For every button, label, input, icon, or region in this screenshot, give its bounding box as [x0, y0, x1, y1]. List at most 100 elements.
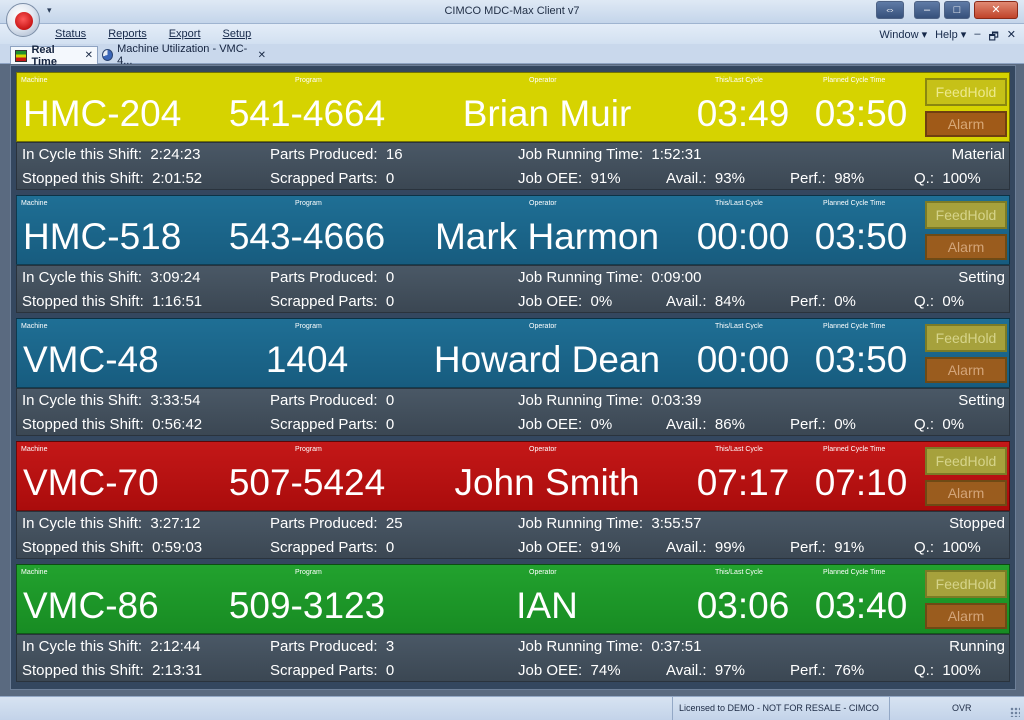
cycle-label: This/Last Cycle	[715, 446, 763, 453]
status-bar: Licensed to DEMO - NOT FOR RESALE - CIMC…	[0, 696, 1024, 720]
tab-real-time[interactable]: Real Time ✕	[10, 44, 98, 68]
perf-stat: Perf.: 98%	[790, 170, 864, 187]
planned-label: Planned Cycle Time	[823, 569, 886, 576]
machine-status: Setting	[958, 392, 1005, 409]
machine-name: HMC-518	[23, 216, 182, 257]
avail-label: Avail.:	[666, 662, 707, 679]
alarm-button[interactable]: Alarm	[925, 357, 1007, 383]
main-menu: Status Reports Export Setup	[55, 28, 251, 40]
feedhold-button[interactable]: FeedHold	[925, 570, 1007, 598]
operator-name: Howard Dean	[433, 339, 661, 380]
scrapped-label: Scrapped Parts:	[270, 662, 378, 679]
menu-help-label: Help	[935, 29, 958, 41]
menu-export[interactable]: Export	[169, 28, 201, 40]
maximize-button[interactable]: □	[944, 1, 970, 19]
alarm-button[interactable]: Alarm	[925, 111, 1007, 137]
feedhold-button[interactable]: FeedHold	[925, 324, 1007, 352]
menu-window-label: Window	[879, 29, 919, 41]
job-running-stat: Job Running Time: 0:09:00	[518, 269, 701, 286]
avail-value: 86%	[714, 416, 745, 433]
machine-card[interactable]: Machine Program Operator This/Last Cycle…	[16, 72, 1010, 190]
perf-value: 98%	[834, 170, 865, 187]
cycle-time: 03:49	[696, 93, 790, 134]
operator-label: Operator	[529, 569, 557, 576]
program-number: 507-5424	[228, 462, 386, 503]
tab-machine-utilization[interactable]: Machine Utilization - VMC-4... ✕	[98, 43, 270, 67]
planned-label: Planned Cycle Time	[823, 323, 886, 330]
machine-card-stats: In Cycle this Shift: 2:24:23 Parts Produ…	[16, 142, 1010, 190]
scrapped-label: Scrapped Parts:	[270, 539, 378, 556]
stopped-label: Stopped this Shift:	[22, 293, 144, 310]
program-label: Program	[295, 77, 322, 84]
planned-cycle-time: 03:50	[814, 339, 908, 380]
minimize-button[interactable]: –	[914, 1, 940, 19]
planned-cycle-time: 03:40	[814, 585, 908, 626]
overwrite-mode-indicator: OVR	[952, 703, 972, 713]
operator-label: Operator	[529, 200, 557, 207]
in-cycle-label: In Cycle this Shift:	[22, 515, 143, 532]
job-oee-label: Job OEE:	[518, 662, 583, 679]
alarm-button[interactable]: Alarm	[925, 480, 1007, 506]
window-title: CIMCO MDC-Max Client v7	[444, 5, 580, 17]
quality-label: Q.:	[914, 662, 935, 679]
quality-value: 100%	[942, 170, 981, 187]
scrapped-value: 0	[385, 662, 395, 679]
job-oee-stat: Job OEE: 74%	[518, 662, 621, 679]
cimco-logo-icon	[15, 12, 33, 30]
menu-reports[interactable]: Reports	[108, 28, 147, 40]
machine-card[interactable]: Machine Program Operator This/Last Cycle…	[16, 564, 1010, 682]
cycle-time: 03:06	[696, 585, 790, 626]
job-oee-stat: Job OEE: 0%	[518, 293, 612, 310]
quality-stat: Q.: 100%	[914, 539, 981, 556]
machine-card[interactable]: Machine Program Operator This/Last Cycle…	[16, 441, 1010, 559]
machine-card[interactable]: Machine Program Operator This/Last Cycle…	[16, 318, 1010, 436]
avail-label: Avail.:	[666, 539, 707, 556]
quality-value: 0%	[942, 293, 965, 310]
in-cycle-value: 2:24:23	[150, 146, 201, 163]
cycle-label: This/Last Cycle	[715, 77, 763, 84]
perf-stat: Perf.: 0%	[790, 416, 856, 433]
stopped-value: 0:59:03	[152, 539, 203, 556]
app-menu-button[interactable]	[6, 3, 40, 37]
parts-produced-stat: Parts Produced: 16	[270, 146, 403, 163]
quality-value: 100%	[942, 662, 981, 679]
quality-stat: Q.: 0%	[914, 416, 964, 433]
machine-card-header: Machine Program Operator This/Last Cycle…	[16, 318, 1010, 388]
operator-name: Brian Muir	[462, 93, 632, 134]
stopped-label: Stopped this Shift:	[22, 416, 144, 433]
avail-stat: Avail.: 97%	[666, 662, 745, 679]
feedhold-button[interactable]: FeedHold	[925, 447, 1007, 475]
avail-stat: Avail.: 86%	[666, 416, 745, 433]
close-button[interactable]: ✕	[974, 1, 1018, 19]
stopped-stat: Stopped this Shift: 2:13:31	[22, 662, 202, 679]
machine-label: Machine	[21, 77, 48, 84]
in-cycle-stat: In Cycle this Shift: 2:12:44	[22, 638, 200, 655]
tab-real-time-close-icon[interactable]: ✕	[85, 50, 93, 61]
stopped-value: 2:01:52	[152, 170, 203, 187]
feedhold-button[interactable]: FeedHold	[925, 78, 1007, 106]
operator-label: Operator	[529, 77, 557, 84]
machine-card[interactable]: Machine Program Operator This/Last Cycle…	[16, 195, 1010, 313]
resize-grip-icon[interactable]	[1010, 707, 1020, 717]
tab-machine-utilization-close-icon[interactable]: ✕	[258, 50, 266, 61]
machine-status: Stopped	[949, 515, 1005, 532]
stopped-label: Stopped this Shift:	[22, 539, 144, 556]
parts-produced-stat: Parts Produced: 3	[270, 638, 394, 655]
alarm-button[interactable]: Alarm	[925, 603, 1007, 629]
in-cycle-label: In Cycle this Shift:	[22, 392, 143, 409]
restore-layout-button[interactable]: ⇔	[876, 1, 904, 19]
cycle-time: 07:17	[696, 462, 790, 503]
quality-stat: Q.: 100%	[914, 170, 981, 187]
alarm-button[interactable]: Alarm	[925, 234, 1007, 260]
job-oee-value: 91%	[590, 170, 621, 187]
scrapped-label: Scrapped Parts:	[270, 170, 378, 187]
menu-setup[interactable]: Setup	[223, 28, 252, 40]
scrapped-value: 0	[385, 170, 395, 187]
machine-card-stats: In Cycle this Shift: 3:27:12 Parts Produ…	[16, 511, 1010, 559]
menu-status[interactable]: Status	[55, 28, 86, 40]
avail-label: Avail.:	[666, 293, 707, 310]
job-oee-label: Job OEE:	[518, 416, 583, 433]
stopped-stat: Stopped this Shift: 0:59:03	[22, 539, 202, 556]
planned-cycle-time: 03:50	[814, 216, 908, 257]
feedhold-button[interactable]: FeedHold	[925, 201, 1007, 229]
